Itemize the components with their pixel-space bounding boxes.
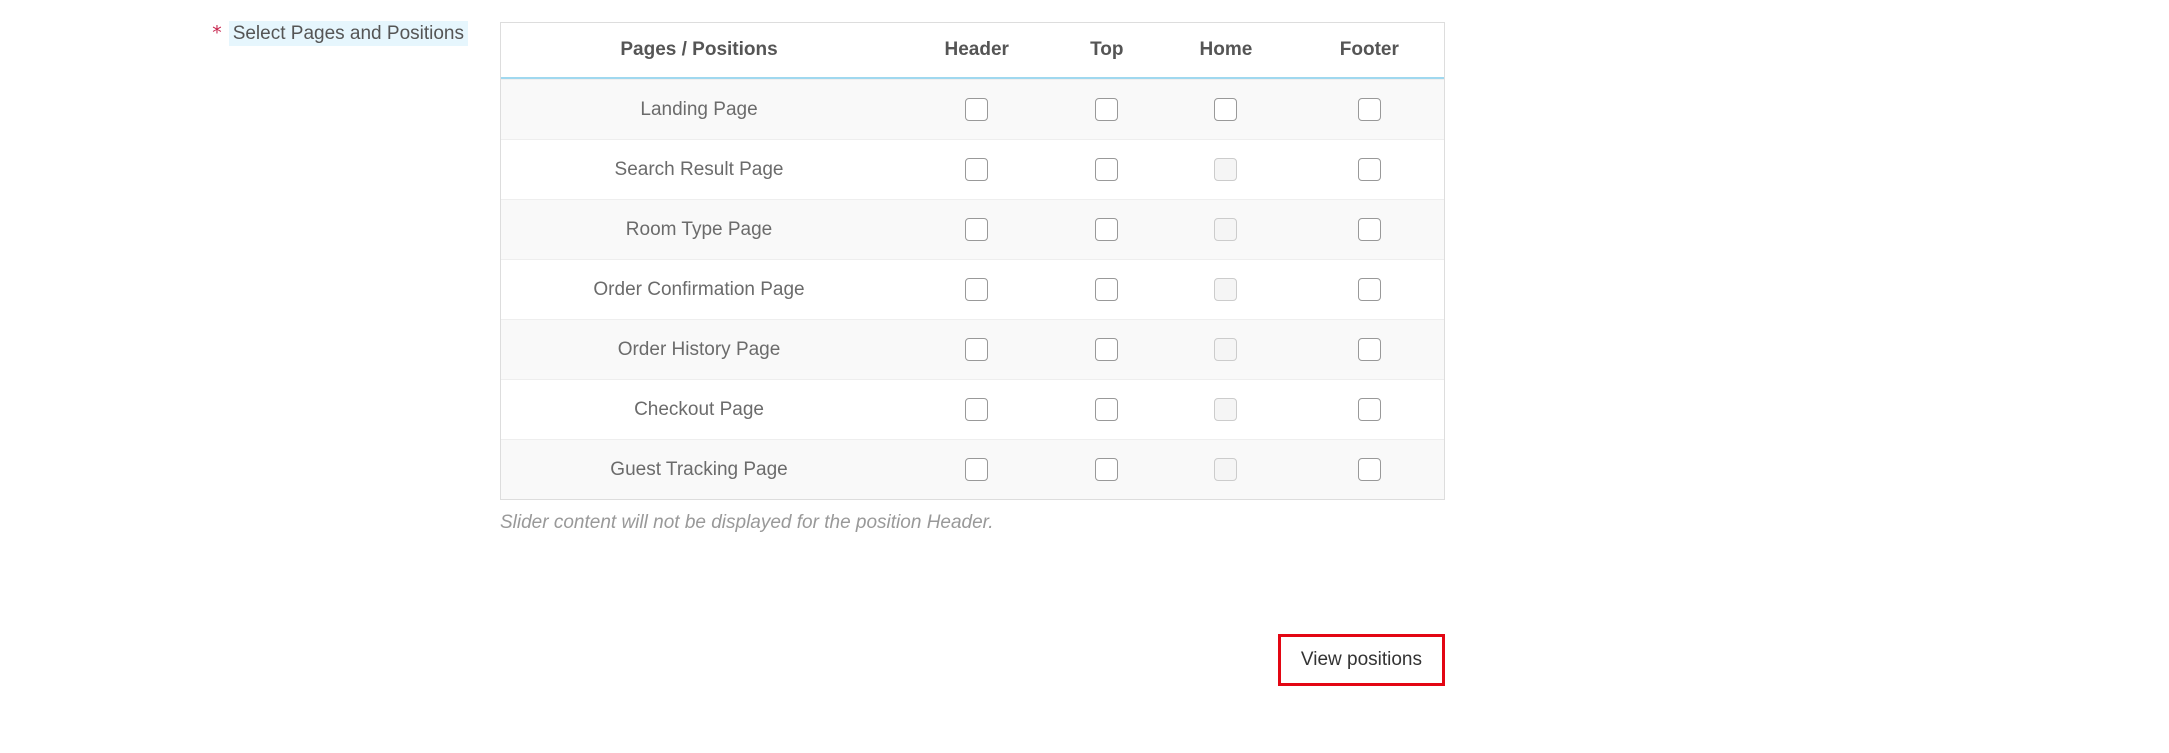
checkbox-cell	[1295, 439, 1444, 499]
checkbox-footer[interactable]	[1358, 218, 1381, 241]
checkbox-cell	[897, 439, 1056, 499]
checkbox-cell	[1157, 439, 1294, 499]
helper-note: Slider content will not be displayed for…	[500, 512, 1445, 534]
checkbox-cell	[1295, 259, 1444, 319]
checkbox-header[interactable]	[965, 218, 988, 241]
checkbox-top[interactable]	[1095, 218, 1118, 241]
col-header: Header	[897, 23, 1056, 79]
checkbox-footer[interactable]	[1358, 338, 1381, 361]
page-name-cell: Order Confirmation Page	[501, 259, 897, 319]
table-row: Search Result Page	[501, 139, 1444, 199]
field-label-text: Select Pages and Positions	[229, 21, 468, 46]
checkbox-cell	[1056, 79, 1157, 139]
checkbox-footer[interactable]	[1358, 398, 1381, 421]
page-name-cell: Guest Tracking Page	[501, 439, 897, 499]
checkbox-cell	[1295, 199, 1444, 259]
checkbox-cell	[1295, 139, 1444, 199]
checkbox-cell	[1157, 139, 1294, 199]
table-row: Checkout Page	[501, 379, 1444, 439]
page-name-cell: Room Type Page	[501, 199, 897, 259]
checkbox-top[interactable]	[1095, 458, 1118, 481]
checkbox-footer[interactable]	[1358, 458, 1381, 481]
checkbox-header[interactable]	[965, 458, 988, 481]
field-value-area: Pages / PositionsHeaderTopHomeFooter Lan…	[500, 22, 1445, 534]
checkbox-home	[1214, 338, 1237, 361]
checkbox-top[interactable]	[1095, 278, 1118, 301]
checkbox-cell	[1295, 79, 1444, 139]
checkbox-header[interactable]	[965, 398, 988, 421]
checkbox-cell	[1157, 199, 1294, 259]
table-row: Order Confirmation Page	[501, 259, 1444, 319]
checkbox-top[interactable]	[1095, 98, 1118, 121]
checkbox-home	[1214, 158, 1237, 181]
checkbox-top[interactable]	[1095, 338, 1118, 361]
checkbox-cell	[897, 79, 1056, 139]
table-row: Guest Tracking Page	[501, 439, 1444, 499]
page-name-cell: Search Result Page	[501, 139, 897, 199]
checkbox-cell	[897, 259, 1056, 319]
checkbox-top[interactable]	[1095, 158, 1118, 181]
field-label-area: * Select Pages and Positions	[0, 22, 500, 45]
col-header: Home	[1157, 23, 1294, 79]
checkbox-home[interactable]	[1214, 98, 1237, 121]
checkbox-cell	[1056, 379, 1157, 439]
checkbox-header[interactable]	[965, 338, 988, 361]
view-positions-button[interactable]: View positions	[1278, 634, 1445, 686]
checkbox-cell	[1056, 439, 1157, 499]
checkbox-cell	[897, 139, 1056, 199]
checkbox-cell	[1157, 379, 1294, 439]
required-mark: *	[211, 22, 222, 44]
col-header: Pages / Positions	[501, 23, 897, 79]
checkbox-cell	[1056, 139, 1157, 199]
checkbox-cell	[897, 379, 1056, 439]
checkbox-header[interactable]	[965, 98, 988, 121]
checkbox-cell	[1157, 79, 1294, 139]
table-row: Landing Page	[501, 79, 1444, 139]
checkbox-cell	[1295, 319, 1444, 379]
col-header: Footer	[1295, 23, 1444, 79]
checkbox-cell	[1056, 319, 1157, 379]
checkbox-cell	[1157, 319, 1294, 379]
checkbox-home	[1214, 218, 1237, 241]
page-name-cell: Checkout Page	[501, 379, 897, 439]
checkbox-footer[interactable]	[1358, 158, 1381, 181]
checkbox-cell	[1056, 259, 1157, 319]
checkbox-header[interactable]	[965, 278, 988, 301]
checkbox-cell	[897, 319, 1056, 379]
checkbox-footer[interactable]	[1358, 98, 1381, 121]
checkbox-cell	[897, 199, 1056, 259]
checkbox-cell	[1056, 199, 1157, 259]
checkbox-footer[interactable]	[1358, 278, 1381, 301]
checkbox-home	[1214, 278, 1237, 301]
checkbox-home	[1214, 458, 1237, 481]
checkbox-home	[1214, 398, 1237, 421]
checkbox-top[interactable]	[1095, 398, 1118, 421]
checkbox-cell	[1295, 379, 1444, 439]
page-name-cell: Landing Page	[501, 79, 897, 139]
pages-positions-table: Pages / PositionsHeaderTopHomeFooter Lan…	[500, 22, 1445, 500]
checkbox-cell	[1157, 259, 1294, 319]
table-row: Room Type Page	[501, 199, 1444, 259]
page-name-cell: Order History Page	[501, 319, 897, 379]
table-row: Order History Page	[501, 319, 1444, 379]
checkbox-header[interactable]	[965, 158, 988, 181]
col-header: Top	[1056, 23, 1157, 79]
